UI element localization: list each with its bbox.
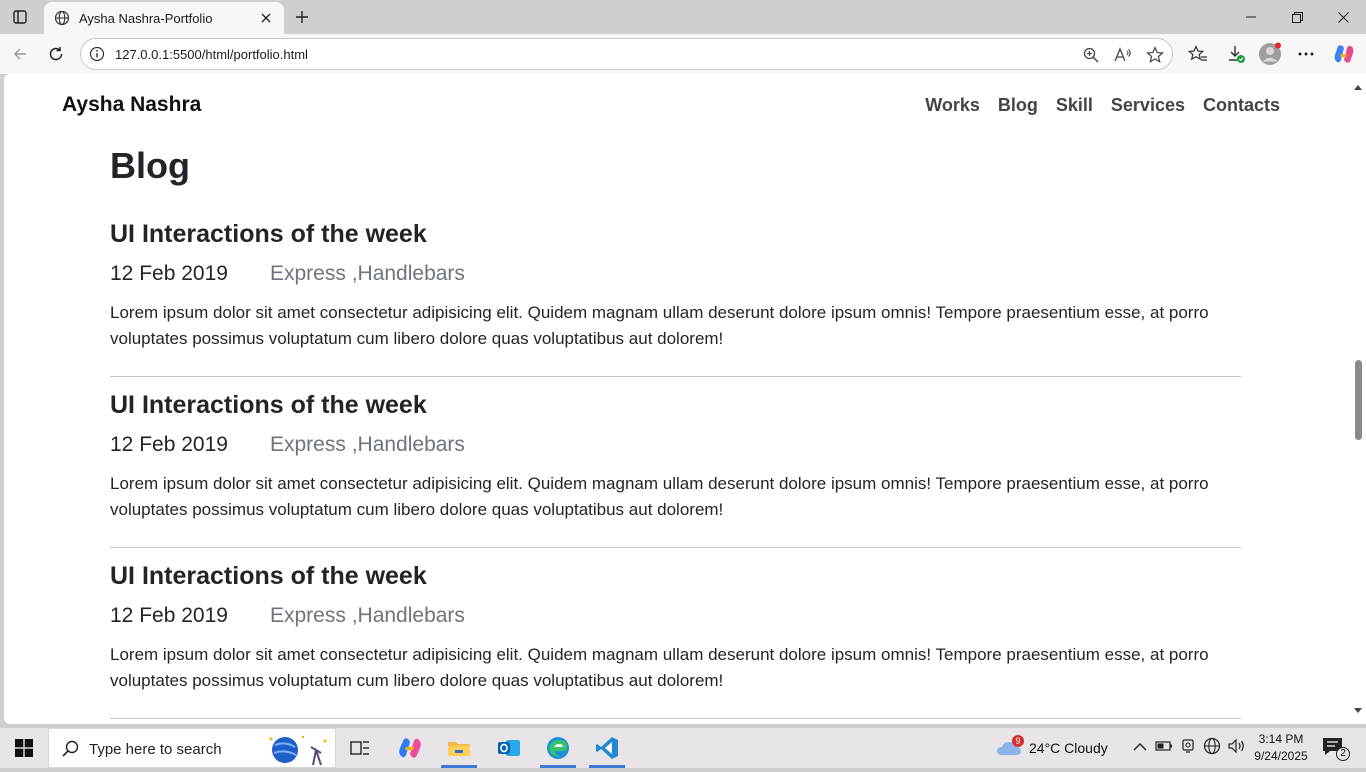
post-meta: 12 Feb 2019 Express ,Handlebars <box>110 429 1241 461</box>
read-aloud-icon[interactable] <box>1113 45 1133 65</box>
tab-strip: Aysha Nashra-Portfolio <box>0 0 1366 34</box>
windows-start-icon[interactable] <box>0 728 48 768</box>
scroll-down-icon[interactable] <box>1353 706 1363 716</box>
nav-link-blog[interactable]: Blog <box>998 95 1038 116</box>
address-bar[interactable]: 127.0.0.1:5500/html/portfolio.html <box>80 38 1173 70</box>
post-date: 12 Feb 2019 <box>110 262 228 285</box>
post-tags: Express ,Handlebars <box>270 262 465 285</box>
cloud-weather-icon: 9 <box>996 735 1024 759</box>
notification-count: 2 <box>1336 747 1350 761</box>
zoom-icon[interactable] <box>1081 45 1101 65</box>
post-tags: Express ,Handlebars <box>270 433 465 456</box>
clock-time: 3:14 PM <box>1258 732 1304 746</box>
refresh-icon[interactable] <box>42 40 70 68</box>
page-viewport: Aysha Nashra Works Blog Skill Services C… <box>4 74 1366 724</box>
profile-avatar-icon[interactable] <box>1256 40 1284 68</box>
post-meta: 12 Feb 2019 Express ,Handlebars <box>110 258 1241 290</box>
search-placeholder: Type here to search <box>89 741 222 758</box>
section-title: Blog <box>110 145 190 186</box>
notification-icon: 2 <box>1322 737 1350 761</box>
vscode-icon[interactable] <box>583 728 631 768</box>
chevron-up-icon[interactable] <box>1132 739 1148 757</box>
weather-alert-badge: 9 <box>1012 735 1024 747</box>
tab-title: Aysha Nashra-Portfolio <box>79 10 213 26</box>
post-title[interactable]: UI Interactions of the week <box>110 389 1241 421</box>
favorites-icon[interactable] <box>1184 40 1212 68</box>
clock-date: 9/24/2025 <box>1254 749 1308 763</box>
back-icon[interactable] <box>6 40 34 68</box>
system-tray <box>1132 728 1246 768</box>
nav-link-services[interactable]: Services <box>1111 95 1185 116</box>
post-body: Lorem ipsum dolor sit amet consectetur a… <box>110 303 1209 348</box>
taskbar-search[interactable]: Type here to search <box>48 728 336 768</box>
blog-post: UI Interactions of the week 12 Feb 2019 … <box>110 548 1241 719</box>
edge-browser-icon[interactable] <box>534 728 582 768</box>
volume-icon[interactable] <box>1228 738 1246 759</box>
post-title[interactable]: UI Interactions of the week <box>110 560 1241 592</box>
outlook-icon[interactable] <box>485 728 533 768</box>
new-tab-icon[interactable] <box>290 5 314 29</box>
blog-post: UI Interactions of the week 12 Feb 2019 … <box>110 377 1241 548</box>
taskbar-clock[interactable]: 3:14 PM 9/24/2025 <box>1252 731 1310 765</box>
info-icon[interactable] <box>89 46 105 62</box>
post-body: Lorem ipsum dolor sit amet consectetur a… <box>110 474 1209 519</box>
browser-tab[interactable]: Aysha Nashra-Portfolio <box>44 2 284 34</box>
close-window-icon[interactable] <box>1320 0 1366 34</box>
site-navbar: Aysha Nashra Works Blog Skill Services C… <box>4 74 1346 136</box>
post-tags: Express ,Handlebars <box>270 604 465 627</box>
search-icon <box>61 739 81 759</box>
file-explorer-icon[interactable] <box>435 728 483 768</box>
post-date: 12 Feb 2019 <box>110 604 228 627</box>
post-body: Lorem ipsum dolor sit amet consectetur a… <box>110 645 1209 690</box>
search-highlight-art-icon <box>263 733 333 767</box>
copilot-app-icon[interactable] <box>386 728 434 768</box>
weather-widget[interactable]: 9 <box>996 728 1024 768</box>
notification-center[interactable]: 2 <box>1322 728 1350 768</box>
taskbar: Type here to search 9 24°C Cloudy 3:14 P… <box>0 728 1366 768</box>
blog-post: UI Interactions of the week 12 Feb 2019 … <box>110 206 1241 377</box>
scroll-thumb[interactable] <box>1355 360 1362 440</box>
nav-links: Works Blog Skill Services Contacts <box>907 95 1280 116</box>
post-title[interactable]: UI Interactions of the week <box>110 218 1241 250</box>
network-globe-icon[interactable] <box>1203 737 1221 760</box>
blog-section: Blog UI Interactions of the week 12 Feb … <box>110 144 1241 719</box>
tab-actions-icon[interactable] <box>8 5 32 29</box>
nav-link-works[interactable]: Works <box>925 95 980 116</box>
post-date: 12 Feb 2019 <box>110 433 228 456</box>
battery-icon[interactable] <box>1155 739 1173 757</box>
scroll-up-icon[interactable] <box>1353 82 1363 92</box>
device-icon[interactable] <box>1180 738 1196 759</box>
more-menu-icon[interactable] <box>1292 40 1320 68</box>
downloads-icon[interactable] <box>1222 40 1250 68</box>
favorite-star-icon[interactable] <box>1145 45 1165 65</box>
browser-toolbar: 127.0.0.1:5500/html/portfolio.html <box>0 34 1366 74</box>
url-text[interactable]: 127.0.0.1:5500/html/portfolio.html <box>115 47 308 62</box>
nav-link-skill[interactable]: Skill <box>1056 95 1093 116</box>
post-meta: 12 Feb 2019 Express ,Handlebars <box>110 600 1241 632</box>
minimize-icon[interactable] <box>1228 0 1274 34</box>
page-scrollbar[interactable] <box>1350 74 1366 724</box>
globe-icon <box>54 10 70 26</box>
site-brand[interactable]: Aysha Nashra <box>62 93 201 117</box>
close-tab-icon[interactable] <box>258 10 274 26</box>
copilot-icon[interactable] <box>1330 40 1358 68</box>
restore-icon[interactable] <box>1274 0 1320 34</box>
weather-text[interactable]: 24°C Cloudy <box>1029 740 1108 756</box>
task-view-icon[interactable] <box>336 728 384 768</box>
nav-link-contacts[interactable]: Contacts <box>1203 95 1280 116</box>
